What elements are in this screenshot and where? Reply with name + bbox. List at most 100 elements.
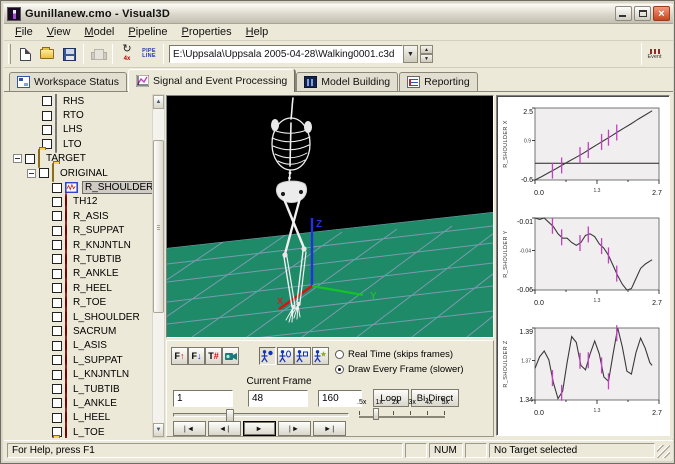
visibility-checkbox[interactable] (42, 111, 52, 121)
menu-file[interactable]: File (8, 25, 40, 39)
go-last-button[interactable]: ►| (313, 421, 346, 436)
scrollbar-track[interactable] (153, 109, 164, 423)
scroll-up-button[interactable]: ▲ (153, 95, 164, 109)
visibility-checkbox[interactable] (52, 240, 62, 250)
speed-slider-thumb[interactable] (373, 408, 379, 420)
pipeline-button[interactable]: PIPELINE (138, 43, 160, 65)
frame-current-input[interactable] (248, 390, 308, 407)
scrollbar-thumb[interactable] (153, 140, 164, 313)
view-mode-dot-button[interactable] (259, 347, 276, 365)
frame-up-button[interactable]: F↑ (171, 347, 188, 365)
tree-item-r_toe[interactable]: R_TOE (9, 295, 152, 309)
resize-grip[interactable] (657, 445, 670, 458)
frame-start-input[interactable] (173, 390, 233, 407)
chart-r-shoulder-z[interactable]: 1.391.371.340.01.32.7R_SHOULDER Z (499, 322, 667, 429)
tab-model-building[interactable]: Model Building (296, 72, 398, 91)
menu-model[interactable]: Model (77, 25, 121, 39)
visibility-checkbox[interactable] (42, 96, 52, 106)
save-button[interactable] (58, 43, 80, 65)
event-button[interactable]: Event (641, 43, 667, 65)
draw-every-frame-radio[interactable] (335, 365, 344, 374)
recalc-button[interactable]: ↻4x (116, 43, 138, 65)
tree-item-th12[interactable]: TH12 (9, 195, 152, 209)
visibility-checkbox[interactable] (52, 398, 62, 408)
tree-item-l_toe[interactable]: L_TOE (9, 425, 152, 438)
visibility-checkbox[interactable] (52, 341, 62, 351)
tree-item-r_heel[interactable]: R_HEEL (9, 281, 152, 295)
chart-r-shoulder-x[interactable]: 2.50.9-0.60.01.32.7R_SHOULDER X (499, 102, 667, 209)
visibility-checkbox[interactable] (52, 312, 62, 322)
visibility-checkbox[interactable] (52, 211, 62, 221)
menu-view[interactable]: View (40, 25, 78, 39)
scroll-down-button[interactable]: ▼ (153, 423, 164, 437)
frame-down-button[interactable]: F↓ (188, 347, 205, 365)
frame-end-input[interactable] (318, 390, 362, 407)
tree-item-l_tubtib[interactable]: L_TUBTIB (9, 382, 152, 396)
go-first-button[interactable]: |◄ (173, 421, 206, 436)
realtime-radio[interactable] (335, 350, 344, 359)
tree-item-l_ankle[interactable]: L_ANKLE (9, 396, 152, 410)
visibility-checkbox[interactable] (52, 355, 62, 365)
print-button[interactable] (87, 43, 109, 65)
visibility-checkbox[interactable] (52, 183, 62, 193)
tab-workspace-status[interactable]: Workspace Status (9, 72, 127, 91)
realtime-radio-row[interactable]: Real Time (skips frames) (335, 349, 453, 360)
view-mode-cube-button[interactable] (294, 347, 311, 365)
combo-dropdown-button[interactable]: ▼ (403, 45, 418, 63)
visibility-checkbox[interactable] (52, 197, 62, 207)
tree-item-l_suppat[interactable]: L_SUPPAT (9, 353, 152, 367)
open-file-button[interactable] (36, 43, 58, 65)
tree-item-l_heel[interactable]: L_HEEL (9, 411, 152, 425)
visibility-checkbox[interactable] (42, 125, 52, 135)
tab-signal-and-event-processing[interactable]: Signal and Event Processing (128, 69, 295, 92)
tree-item-original[interactable]: ORIGINAL (9, 166, 152, 180)
menu-help[interactable]: Help (239, 25, 276, 39)
visibility-checkbox[interactable] (52, 269, 62, 279)
tree-item-rhs[interactable]: RHS (9, 94, 152, 108)
visibility-checkbox[interactable] (52, 370, 62, 380)
tree-item-l_shoulder[interactable]: L_SHOULDER (9, 310, 152, 324)
chart-r-shoulder-y[interactable]: -0.01-0.04-0.060.01.32.7R_SHOULDER Y (499, 212, 667, 319)
tree-item-r_tubtib[interactable]: R_TUBTIB (9, 252, 152, 266)
tree-item-target[interactable]: TARGET (9, 152, 152, 166)
visibility-checkbox[interactable] (25, 154, 35, 164)
spinner-up-button[interactable]: ▲ (420, 45, 433, 54)
tree-item-r_asis[interactable]: R_ASIS (9, 209, 152, 223)
tree-item-r_shoulder[interactable]: R_SHOULDER (9, 180, 152, 194)
step-back-button[interactable]: ◄| (208, 421, 241, 436)
view-mode-outline-button[interactable] (277, 347, 294, 365)
tree-item-r_knjntln[interactable]: R_KNJNTLN (9, 238, 152, 252)
tree-item-r_suppat[interactable]: R_SUPPAT (9, 224, 152, 238)
tab-reporting[interactable]: Reporting (399, 72, 478, 91)
speed-slider[interactable] (359, 415, 445, 418)
play-button[interactable]: ► (243, 421, 276, 436)
tree-item-rto[interactable]: RTO (9, 108, 152, 122)
new-file-button[interactable] (14, 43, 36, 65)
view-mode-star-button[interactable] (312, 347, 329, 365)
viewport-3d[interactable]: Z Y X (166, 95, 494, 338)
time-number-button[interactable]: T# (205, 347, 222, 365)
close-button[interactable]: × (653, 6, 670, 21)
draw-every-radio-row[interactable]: Draw Every Frame (slower) (335, 364, 464, 375)
collapse-expander[interactable] (13, 154, 22, 163)
tree-item-sacrum[interactable]: SACRUM (9, 324, 152, 338)
visibility-checkbox[interactable] (52, 384, 62, 394)
tree-scrollbar[interactable]: ▲ ▼ (152, 94, 165, 438)
collapse-expander[interactable] (27, 169, 36, 178)
tree-item-lto[interactable]: LTO (9, 137, 152, 151)
spinner-down-button[interactable]: ▼ (420, 54, 433, 63)
visibility-checkbox[interactable] (52, 413, 62, 423)
visibility-checkbox[interactable] (39, 168, 49, 178)
visibility-checkbox[interactable] (52, 226, 62, 236)
tree-item-lhs[interactable]: LHS (9, 123, 152, 137)
frame-slider[interactable] (173, 413, 349, 417)
camera-button[interactable] (222, 347, 239, 365)
visibility-checkbox[interactable] (52, 283, 62, 293)
tree-item-r_ankle[interactable]: R_ANKLE (9, 267, 152, 281)
menu-pipeline[interactable]: Pipeline (121, 25, 174, 39)
maximize-button[interactable] (634, 6, 651, 21)
visibility-checkbox[interactable] (52, 326, 62, 336)
tree-item-l_knjntln[interactable]: L_KNJNTLN (9, 367, 152, 381)
visibility-checkbox[interactable] (52, 298, 62, 308)
minimize-button[interactable] (615, 6, 632, 21)
